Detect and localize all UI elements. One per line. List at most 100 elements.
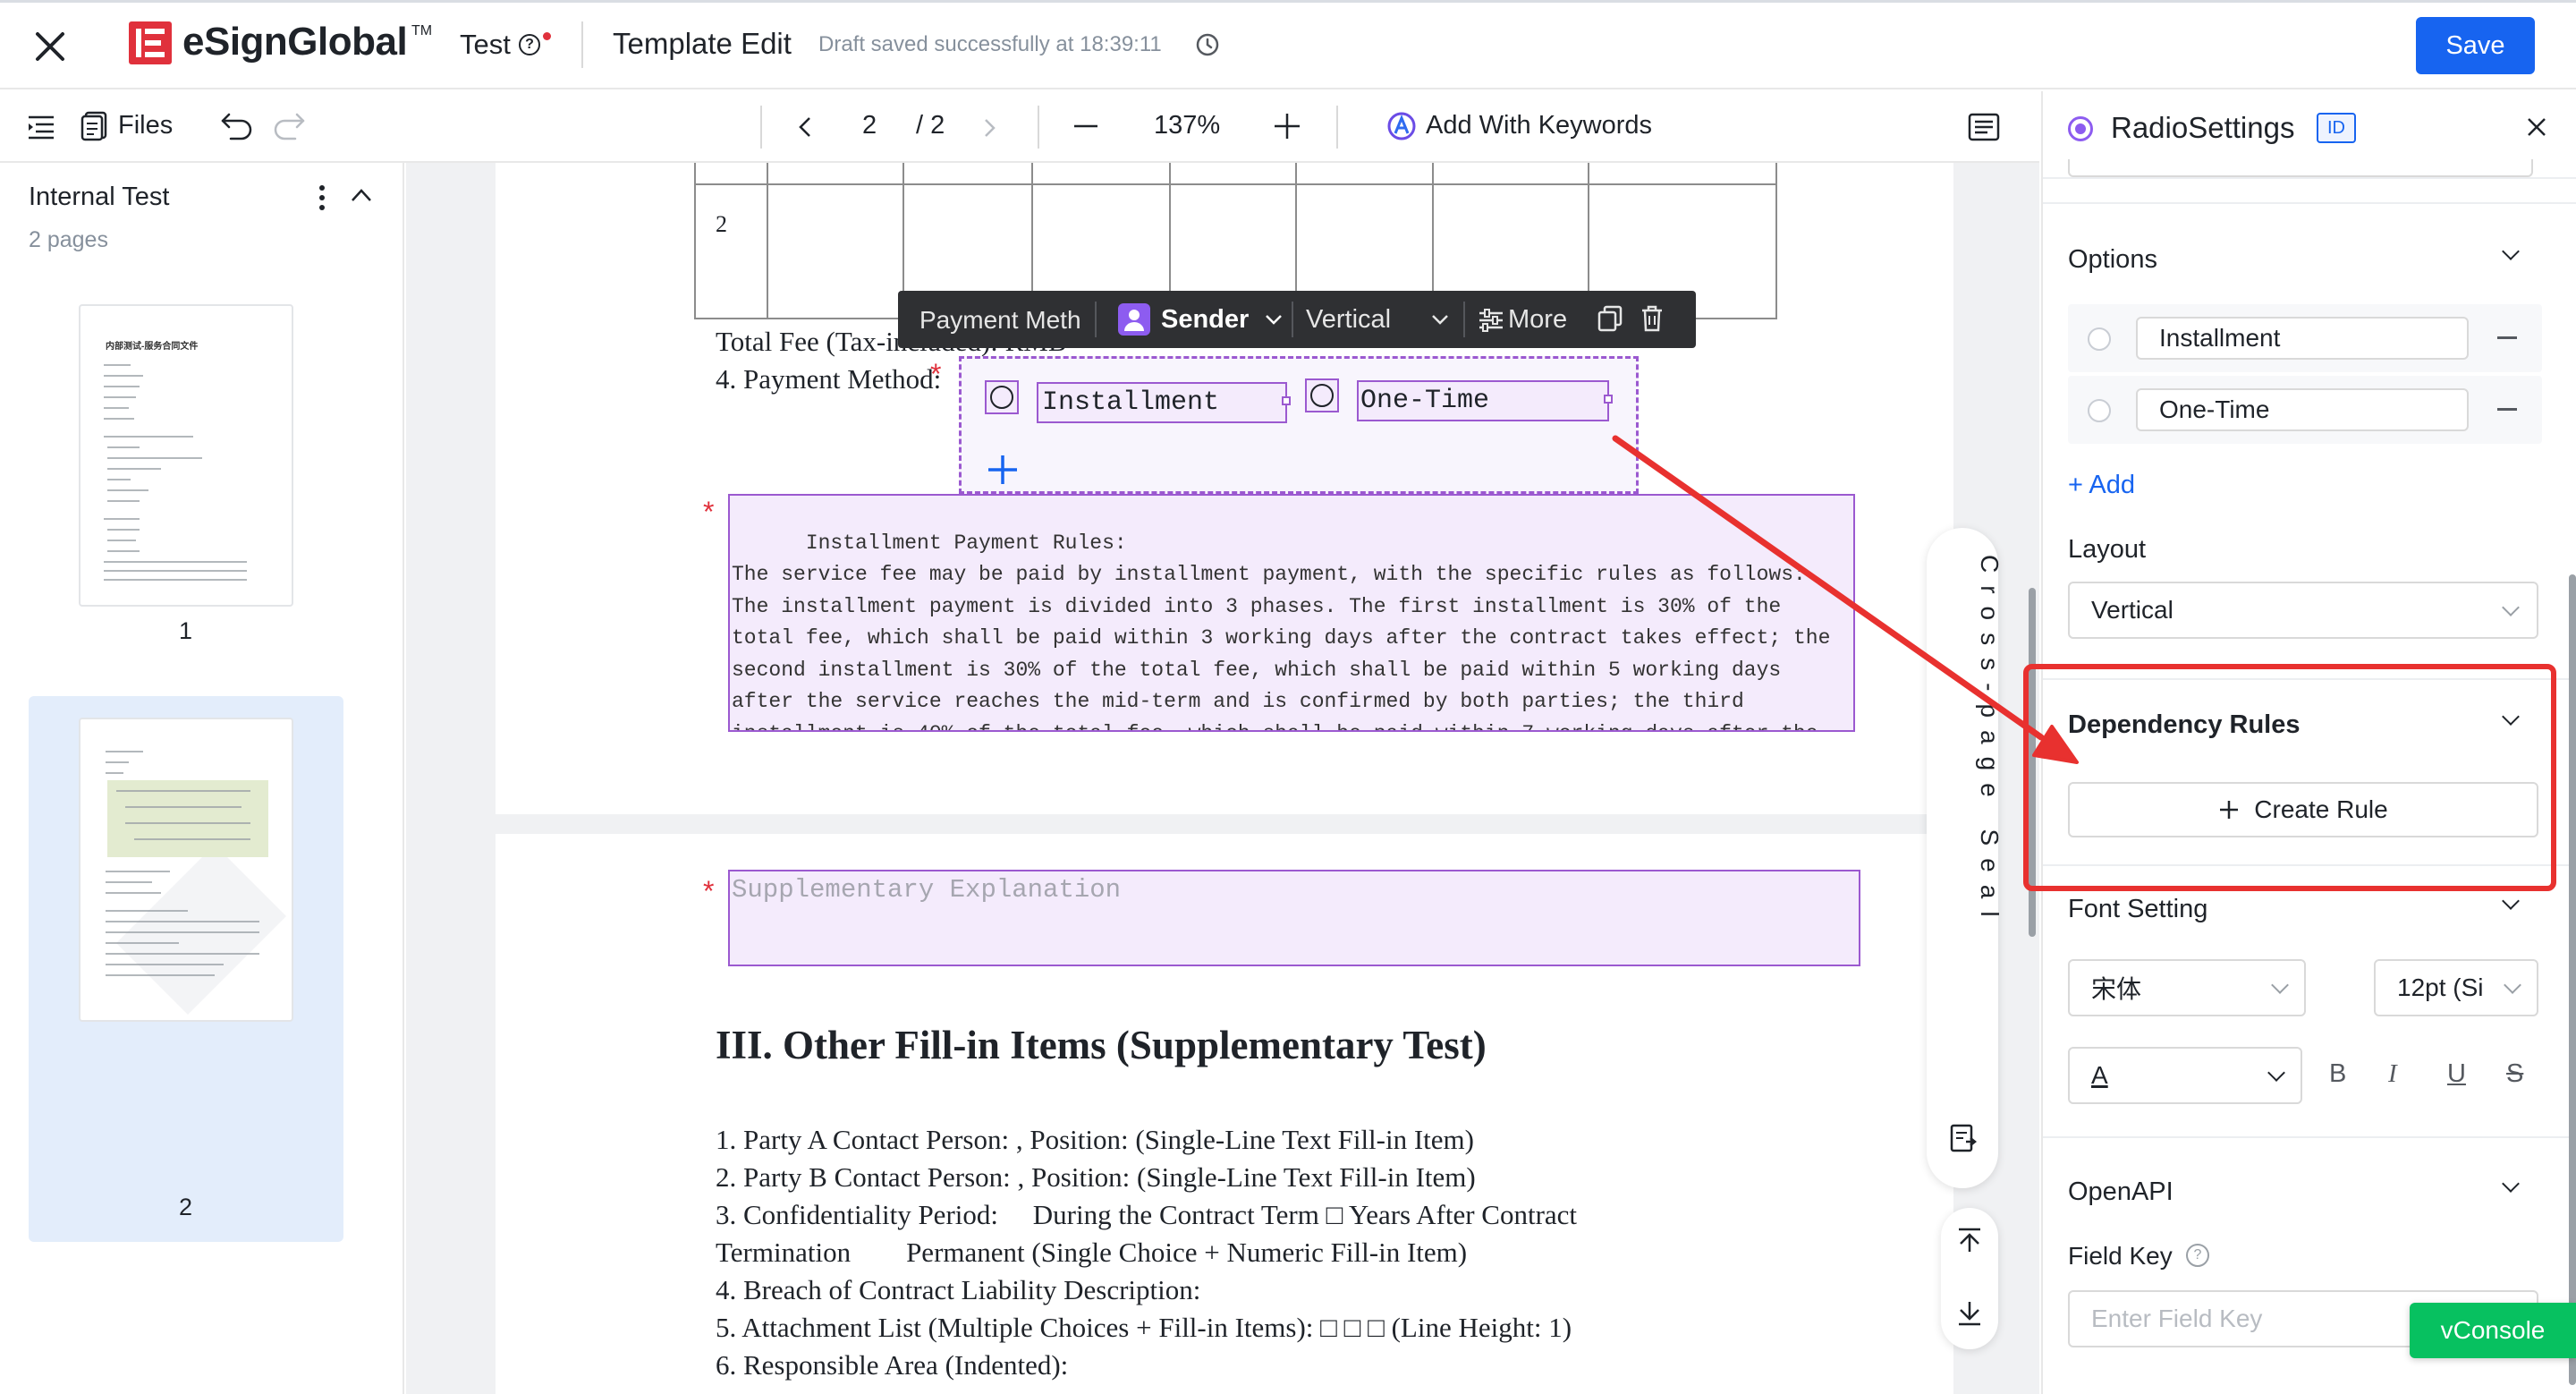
thumbnail-text-lines — [106, 751, 286, 1015]
font-family-select[interactable]: 宋体 — [2068, 959, 2306, 1016]
toolbar-separator — [1095, 302, 1097, 337]
list-item: 2. Party B Contact Person: , Position: (… — [716, 1161, 1476, 1193]
document-name: Internal Test — [29, 183, 170, 211]
page-thumbnail-1[interactable]: 内部测试-服务合同文件 — [79, 304, 293, 607]
layout-select[interactable]: Vertical — [2068, 582, 2538, 639]
layout-select[interactable]: Vertical — [1306, 305, 1391, 335]
list-item: Termination Permanent (Single Choice + N… — [716, 1237, 1468, 1268]
zoom-level[interactable]: 137% — [1154, 111, 1220, 140]
history-icon[interactable] — [1195, 32, 1220, 57]
label-resize-handle[interactable] — [1282, 396, 1291, 405]
chevron-down-icon[interactable] — [2502, 242, 2520, 260]
copy-icon[interactable] — [1597, 305, 1623, 332]
chevron-down-icon[interactable] — [2502, 1175, 2520, 1193]
thumbnail-text-lines — [104, 364, 247, 581]
undo-icon[interactable] — [220, 111, 254, 141]
radio-field-group[interactable]: Installment One-Time — [959, 356, 1639, 494]
more-button[interactable]: More — [1508, 305, 1567, 335]
chevron-down-icon[interactable] — [2502, 892, 2520, 910]
radio-label-one-time[interactable]: One-Time — [1357, 380, 1609, 421]
radio-settings-icon — [2068, 116, 2093, 141]
chevron-down-icon — [2502, 599, 2520, 616]
radio-circle-icon[interactable] — [2088, 399, 2111, 422]
panel-scrollbar[interactable] — [2569, 574, 2576, 1385]
role-select[interactable]: Sender — [1161, 305, 1249, 335]
toolbar-separator — [1463, 302, 1465, 337]
page-label-2: 2 — [179, 1194, 193, 1220]
radio-option-installment[interactable] — [985, 380, 1019, 414]
required-mark: * — [930, 358, 942, 390]
list-item: 5. Attachment List (Multiple Choices + F… — [716, 1312, 1572, 1343]
scroll-to-bottom-icon[interactable] — [1957, 1301, 1982, 1326]
installment-rules-field[interactable]: Installment Payment Rules: The service f… — [728, 494, 1855, 732]
cross-page-seal-button[interactable]: Cross-page Seal — [1927, 528, 2004, 1188]
field-name[interactable]: Payment Meth — [919, 306, 1086, 335]
ai-keywords-icon[interactable] — [1386, 111, 1417, 141]
document-page-2: * Supplementary Explanation III. Other F… — [496, 834, 1953, 1394]
more-vertical-icon[interactable] — [318, 184, 326, 211]
font-color-select[interactable]: A — [2068, 1047, 2302, 1104]
next-page-icon[interactable] — [984, 118, 996, 138]
radio-circle-icon[interactable] — [2088, 327, 2111, 351]
list-view-icon[interactable] — [1968, 113, 2000, 141]
options-section-title: Options — [2068, 245, 2157, 274]
strikethrough-button[interactable]: S — [2506, 1059, 2523, 1089]
page-current[interactable]: 2 — [862, 111, 877, 140]
radio-label-installment[interactable]: Installment — [1037, 382, 1287, 423]
section-heading: III. Other Fill-in Items (Supplementary … — [716, 1023, 1487, 1067]
cross-page-seal-label: Cross-page Seal — [1976, 555, 2004, 930]
redo-icon[interactable] — [272, 111, 306, 141]
outline-toggle-icon[interactable] — [27, 115, 55, 140]
option-input-installment[interactable]: Installment — [2136, 317, 2469, 360]
font-size-select[interactable]: 12pt (Si — [2374, 959, 2538, 1016]
help-icon[interactable]: ? — [519, 34, 540, 55]
add-option-button[interactable]: + Add — [2068, 471, 2135, 500]
chevron-down-icon[interactable] — [1265, 314, 1283, 325]
add-option-icon[interactable] — [987, 454, 1019, 486]
files-icon[interactable] — [80, 111, 107, 141]
seal-icon — [1950, 1124, 1977, 1154]
table-row-number: 2 — [716, 211, 727, 237]
thumbnail-title: 内部测试-服务合同文件 — [106, 342, 199, 352]
header-divider — [581, 21, 583, 68]
collapsed-input-edge — [2068, 159, 2533, 177]
files-button[interactable]: Files — [118, 111, 173, 140]
editor-toolbar: Files 2 / 2 137% Add With Keywords — [0, 91, 2039, 163]
radio-circle-icon — [990, 386, 1013, 409]
delete-icon[interactable] — [1640, 305, 1664, 332]
payment-method-line: 4. Payment Method: — [716, 363, 942, 395]
workspace-name[interactable]: Test — [460, 29, 511, 61]
settings-sliders-icon[interactable] — [1478, 309, 1504, 332]
document-canvas[interactable]: 2 Total Fee (Tax-included): RMB 4. Payme… — [406, 163, 2039, 1394]
save-button[interactable]: Save — [2416, 17, 2535, 74]
document-page-1: 2 Total Fee (Tax-included): RMB 4. Payme… — [496, 163, 1953, 814]
radio-option-one-time[interactable] — [1305, 378, 1339, 412]
supplementary-explanation-field[interactable]: Supplementary Explanation — [728, 870, 1860, 966]
zoom-out-icon[interactable] — [1073, 123, 1098, 129]
add-with-keywords-button[interactable]: Add With Keywords — [1426, 111, 1652, 140]
zoom-in-icon[interactable] — [1274, 113, 1301, 140]
chevron-down-icon[interactable] — [1431, 314, 1449, 325]
bold-button[interactable]: B — [2329, 1059, 2346, 1089]
prev-page-icon[interactable] — [798, 116, 812, 138]
close-icon[interactable] — [34, 30, 66, 63]
page-thumbnail-2[interactable] — [79, 718, 293, 1022]
panel-divider — [2043, 202, 2576, 204]
option-input-one-time[interactable]: One-Time — [2136, 388, 2469, 431]
vconsole-button[interactable]: vConsole — [2410, 1303, 2576, 1358]
remove-option-icon[interactable] — [2497, 336, 2517, 339]
top-bar: eSignGlobal TM Test ? Template Edit Draf… — [0, 0, 2576, 89]
draft-status: Draft saved successfully at 18:39:11 — [818, 32, 1162, 56]
chevron-down-icon — [2504, 976, 2521, 994]
help-icon[interactable]: ? — [2186, 1244, 2209, 1267]
underline-button[interactable]: U — [2447, 1059, 2466, 1089]
collapse-icon[interactable] — [351, 188, 372, 202]
layout-section-title: Layout — [2068, 535, 2147, 564]
italic-button[interactable]: I — [2388, 1059, 2397, 1089]
field-key-label: Field Key — [2068, 1242, 2173, 1270]
id-badge[interactable]: ID — [2317, 113, 2356, 143]
close-panel-icon[interactable] — [2526, 116, 2547, 138]
remove-option-icon[interactable] — [2497, 408, 2517, 411]
scroll-to-top-icon[interactable] — [1957, 1228, 1982, 1253]
label-resize-handle[interactable] — [1604, 395, 1613, 404]
